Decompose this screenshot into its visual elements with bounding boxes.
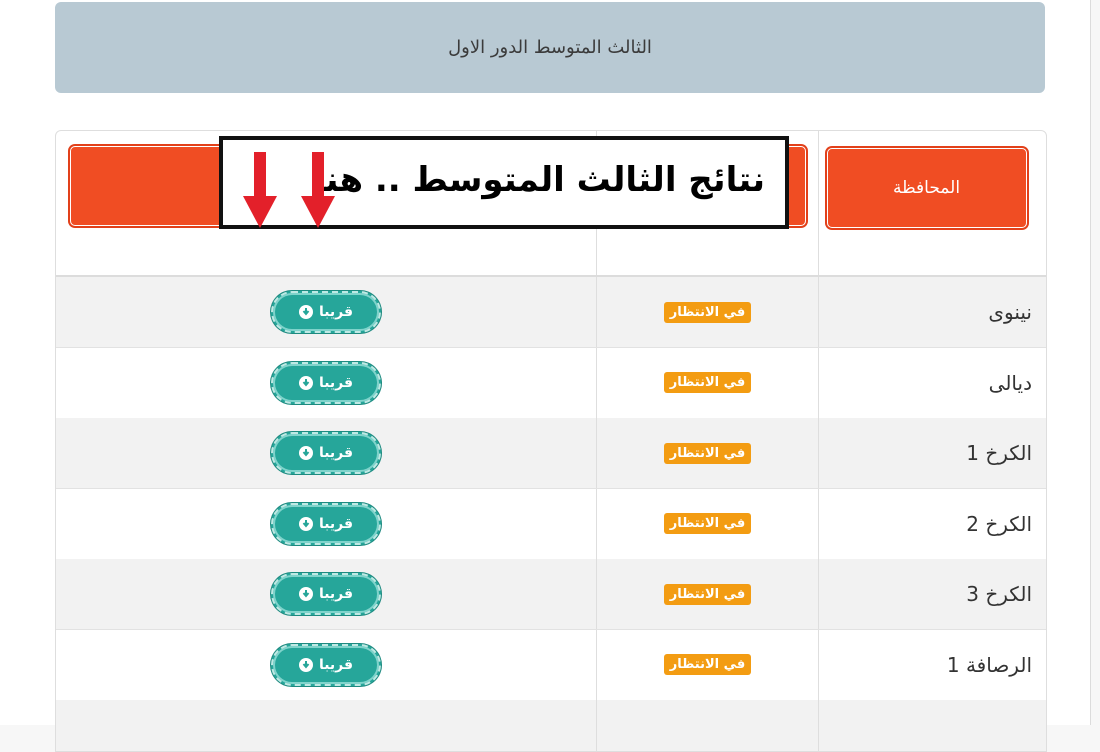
status-badge: في الانتظار xyxy=(663,301,752,323)
link-cell: قريبا xyxy=(56,559,596,629)
status-cell: في الانتظار xyxy=(596,488,818,559)
status-badge: في الانتظار xyxy=(663,513,752,534)
banner-text: نتائج الثالث المتوسط .. هنا xyxy=(312,160,765,200)
soon-button-label: قريبا xyxy=(318,445,354,461)
status-badge: في الانتظار xyxy=(663,372,752,393)
link-cell: قريبا xyxy=(56,277,596,347)
header-governorate-button[interactable]: المحافظة xyxy=(826,148,1027,228)
governorate-cell: نينوى xyxy=(818,277,1046,347)
results-here-banner: نتائج الثالث المتوسط .. هنا xyxy=(219,136,789,229)
download-circle-icon xyxy=(298,446,313,460)
download-circle-icon xyxy=(298,516,313,531)
status-badge: في الانتظار xyxy=(663,654,752,675)
soon-button-label: قريبا xyxy=(318,656,354,673)
governorate-cell: الكرخ 2 xyxy=(818,488,1046,559)
governorate-cell: ديالى xyxy=(818,347,1046,418)
status-cell: في الانتظار xyxy=(596,629,818,700)
governorate-name: الكرخ 3 xyxy=(966,582,1032,606)
governorate-cell: الكرخ 1 xyxy=(818,418,1046,488)
status-cell: في الانتظار xyxy=(596,418,818,488)
soon-button[interactable]: قريبا xyxy=(271,432,381,474)
governorate-name: الرصافة 1 xyxy=(946,652,1032,677)
soon-button-label: قريبا xyxy=(318,586,354,602)
status-badge: في الانتظار xyxy=(663,442,752,464)
soon-button[interactable]: قريبا xyxy=(271,502,381,545)
download-circle-icon xyxy=(298,587,313,601)
soon-button-label: قريبا xyxy=(318,374,354,391)
link-cell: قريبا xyxy=(56,418,596,488)
status-badge: في الانتظار xyxy=(663,583,752,605)
governorate-name: الكرخ 1 xyxy=(966,441,1032,465)
link-cell xyxy=(56,700,596,751)
header-cell-governorate: المحافظة xyxy=(818,131,1046,275)
soon-button[interactable]: قريبا xyxy=(271,361,381,404)
download-circle-icon xyxy=(298,657,313,672)
table-row: نينوى في الانتظار قريبا xyxy=(56,277,1046,348)
governorate-name: الكرخ 2 xyxy=(966,511,1032,536)
table-row: الكرخ 3 في الانتظار قريبا xyxy=(56,559,1046,630)
table-row: ديالى في الانتظار قريبا xyxy=(56,347,1046,419)
table-row: الرصافة 1 في الانتظار قريبا xyxy=(56,629,1046,701)
table-row: الكرخ 1 في الانتظار قريبا xyxy=(56,418,1046,489)
link-cell: قريبا xyxy=(56,630,596,700)
governorate-name: ديالى xyxy=(988,370,1032,395)
status-cell xyxy=(596,700,818,751)
soon-button[interactable]: قريبا xyxy=(271,643,381,686)
table-row: الكرخ 2 في الانتظار قريبا xyxy=(56,488,1046,560)
status-cell: في الانتظار xyxy=(596,559,818,629)
governorate-cell xyxy=(818,700,1046,751)
soon-button[interactable]: قريبا xyxy=(271,573,381,615)
download-circle-icon xyxy=(298,375,313,390)
page-title: الثالث المتوسط الدور الاول xyxy=(55,2,1045,93)
governorate-cell: الرصافة 1 xyxy=(818,629,1046,700)
link-cell: قريبا xyxy=(56,348,596,418)
status-cell: في الانتظار xyxy=(596,277,818,347)
soon-button[interactable]: قريبا xyxy=(271,291,381,333)
download-circle-icon xyxy=(298,305,313,319)
governorate-cell: الكرخ 3 xyxy=(818,559,1046,629)
link-cell: قريبا xyxy=(56,489,596,559)
status-cell: في الانتظار xyxy=(596,347,818,418)
governorate-name: نينوى xyxy=(988,300,1032,324)
soon-button-label: قريبا xyxy=(318,304,354,320)
table-row xyxy=(56,700,1046,751)
arrow-down-icon xyxy=(243,152,277,228)
arrow-down-icon xyxy=(301,152,335,228)
soon-button-label: قريبا xyxy=(318,515,354,532)
page-container: الثالث المتوسط الدور الاول المحافظة نينو… xyxy=(0,0,1091,752)
